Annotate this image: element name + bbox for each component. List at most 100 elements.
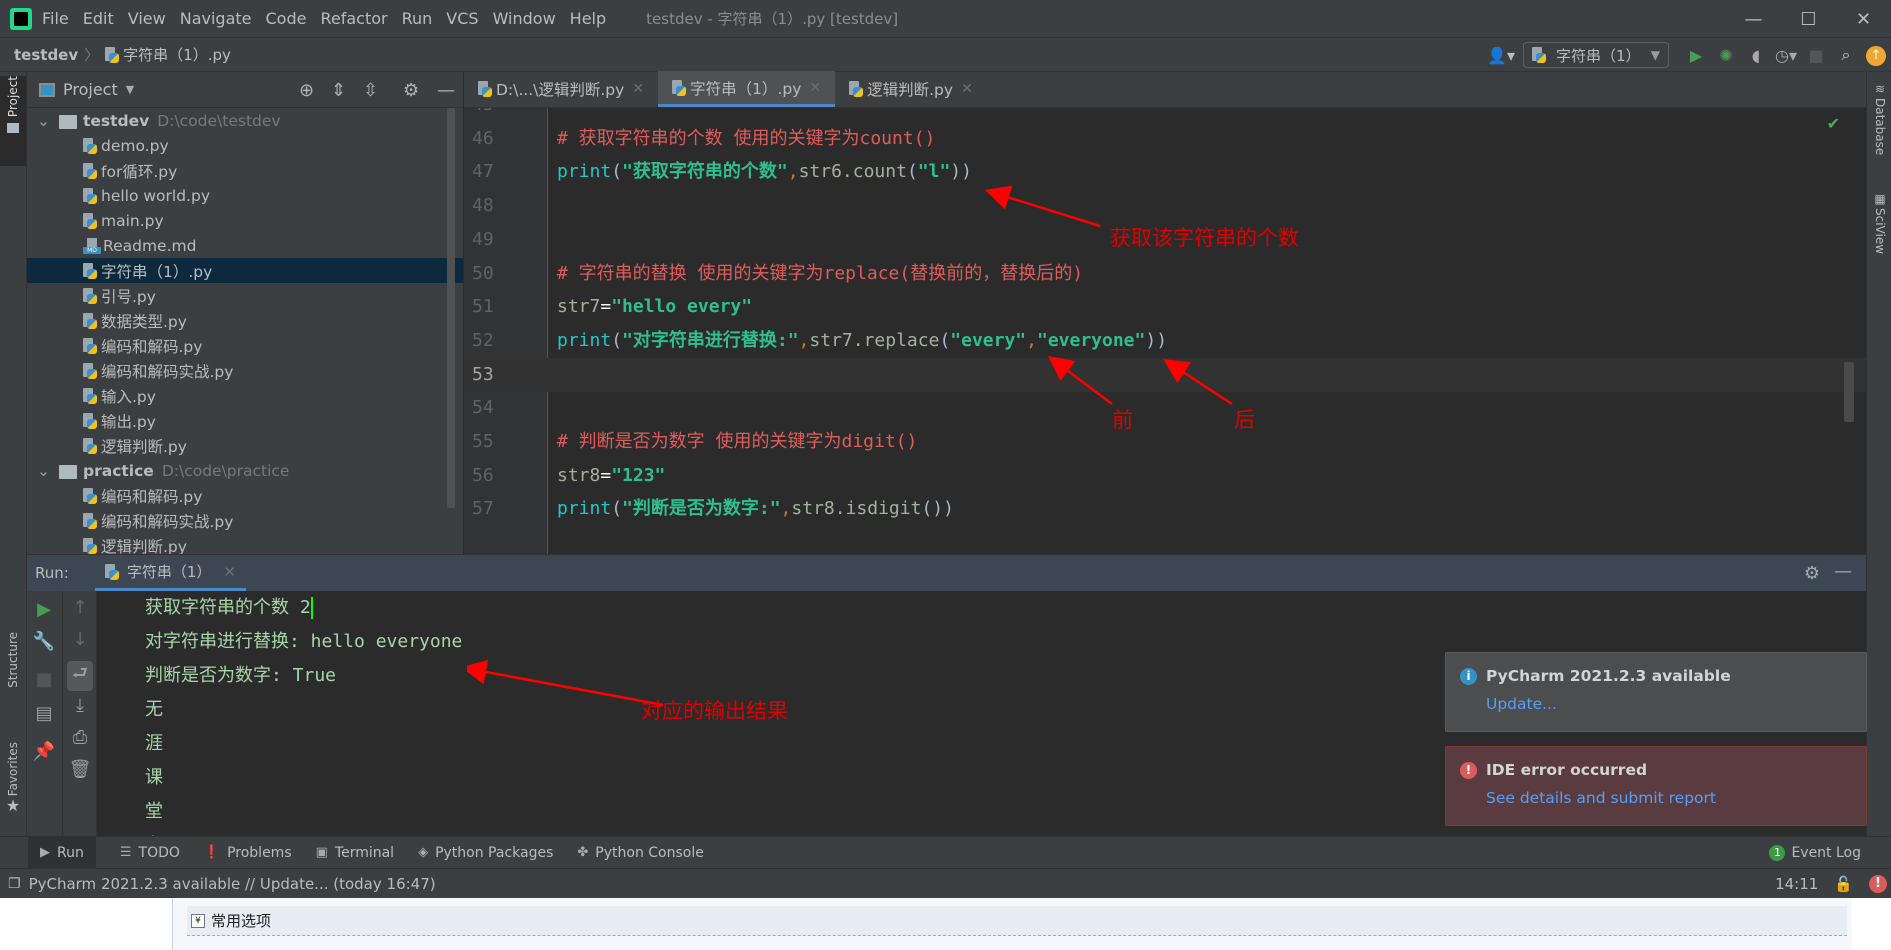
menu-code[interactable]: Code	[266, 9, 307, 28]
console-line: 判断是否为数字: True	[145, 659, 336, 693]
minimize-button[interactable]: —	[1726, 0, 1781, 38]
tree-file[interactable]: 编码和解码.py	[27, 483, 463, 508]
menu-edit[interactable]: Edit	[83, 9, 114, 28]
close-run-tab-icon[interactable]: ✕	[223, 563, 236, 581]
update-link[interactable]: Update...	[1486, 695, 1866, 713]
event-log-button[interactable]: 1 Event Log	[1769, 844, 1861, 861]
side-tab-project[interactable]: Project	[0, 76, 26, 166]
rerun-icon[interactable]: ▶	[27, 599, 61, 620]
unlock-icon[interactable]: 🔓	[1834, 875, 1853, 893]
project-view-select[interactable]: Project	[63, 80, 118, 99]
editor-tab[interactable]: D:\...\逻辑判断.py ✕	[464, 71, 658, 107]
menu-window[interactable]: Window	[493, 9, 556, 28]
user-icon[interactable]: 👤▾	[1479, 46, 1523, 65]
breadcrumb-file[interactable]: 字符串（1）.py	[123, 44, 231, 65]
up-arrow-icon[interactable]: ↑	[63, 597, 97, 618]
breadcrumb-project[interactable]: testdev	[14, 46, 78, 64]
file-name: 编码和解码实战.py	[101, 362, 234, 381]
tree-file[interactable]: Readme.md	[27, 233, 463, 258]
trash-icon[interactable]: 🗑	[63, 759, 97, 780]
hide-panel-icon[interactable]: —	[437, 80, 455, 101]
tree-file[interactable]: demo.py	[27, 133, 463, 158]
debug-icon[interactable]: ✺	[1711, 46, 1741, 65]
close-tab-icon[interactable]: ✕	[961, 81, 973, 97]
close-window-button[interactable]: ✕	[1836, 0, 1891, 38]
tree-file[interactable]: 引号.py	[27, 283, 463, 308]
menu-help[interactable]: Help	[570, 9, 606, 28]
down-arrow-icon[interactable]: ↓	[63, 629, 97, 650]
close-tab-icon[interactable]: ✕	[809, 80, 821, 96]
chevron-down-icon[interactable]: ▼	[126, 83, 134, 96]
tool-tab-python-console[interactable]: ✤ Python Console	[577, 845, 703, 861]
project-scrollbar[interactable]	[447, 108, 455, 508]
python-file-icon	[83, 387, 97, 404]
menu-refactor[interactable]: Refactor	[320, 9, 387, 28]
menu-navigate[interactable]: Navigate	[180, 9, 252, 28]
submit-report-link[interactable]: See details and submit report	[1486, 789, 1866, 807]
tree-file[interactable]: for循环.py	[27, 158, 463, 183]
locate-icon[interactable]: ⊕	[299, 80, 314, 101]
coverage-icon[interactable]: ◖	[1741, 46, 1771, 65]
menu-view[interactable]: View	[128, 9, 166, 28]
tree-file[interactable]: 数据类型.py	[27, 308, 463, 333]
status-message[interactable]: PyCharm 2021.2.3 available // Update... …	[29, 875, 436, 893]
update-icon[interactable]: ↑	[1861, 44, 1891, 66]
tree-file[interactable]: 逻辑判断.py	[27, 433, 463, 458]
tree-file[interactable]: main.py	[27, 208, 463, 233]
maximize-button[interactable]: ☐	[1781, 0, 1836, 38]
menu-file[interactable]: File	[42, 9, 69, 28]
chevron-down-icon[interactable]: ⌄	[37, 112, 59, 130]
run-icon[interactable]: ▶	[1681, 46, 1711, 65]
pin-icon[interactable]: 📌	[27, 741, 61, 762]
run-tab[interactable]: 字符串（1） ✕	[94, 555, 246, 591]
run-configuration-select[interactable]: 字符串（1） ▼	[1523, 42, 1669, 68]
scroll-to-end-icon[interactable]: ⤓	[63, 695, 97, 716]
tool-tab-python-packages[interactable]: ◈ Python Packages	[418, 845, 553, 861]
hide-run-panel-icon[interactable]: —	[1834, 561, 1852, 582]
tool-tab-terminal[interactable]: ▣ Terminal	[316, 845, 394, 861]
ide-error-icon[interactable]: !	[1869, 874, 1887, 893]
tree-file[interactable]: 编码和解码.py	[27, 333, 463, 358]
tool-tab-problems[interactable]: ❗ Problems	[204, 845, 292, 861]
folder-icon	[7, 123, 19, 134]
caret-position[interactable]: 14:11	[1775, 875, 1818, 893]
soft-wrap-icon[interactable]: ⮐	[67, 661, 93, 691]
side-tab-favorites[interactable]: Favorites ★	[0, 742, 26, 842]
profile-icon[interactable]: ◷▾	[1771, 46, 1801, 65]
search-icon[interactable]: ⌕	[1831, 45, 1861, 65]
tree-file[interactable]: hello world.py	[27, 183, 463, 208]
collapse-all-icon[interactable]: ⇳	[363, 80, 378, 101]
tree-folder-testdev[interactable]: ⌄ testdev D:\code\testdev	[27, 108, 463, 133]
code-editor[interactable]: 4546# 获取字符串的个数 使用的关键字为count()47print("获取…	[464, 108, 1866, 554]
chevron-down-icon[interactable]: ⌄	[37, 462, 59, 480]
menu-run[interactable]: Run	[402, 9, 433, 28]
tool-tab-todo[interactable]: ☰ TODO	[120, 845, 180, 861]
editor-tab[interactable]: 字符串（1）.py ✕	[658, 71, 836, 107]
side-tab-sciview[interactable]: ▦ SciView	[1867, 192, 1891, 292]
expand-all-icon[interactable]: ⇕	[331, 80, 346, 101]
tree-file[interactable]: 编码和解码实战.py	[27, 508, 463, 533]
side-tab-structure[interactable]: Structure	[0, 632, 26, 722]
tool-tab-run[interactable]: ▶ Run	[28, 837, 96, 868]
editor-tab[interactable]: 逻辑判断.py ✕	[835, 71, 987, 107]
file-name: 输出.py	[101, 412, 156, 431]
packages-icon: ◈	[418, 845, 429, 860]
gear-icon[interactable]: ⚙	[403, 80, 419, 101]
layout-icon[interactable]: ▤	[27, 703, 61, 724]
menu-vcs[interactable]: VCS	[446, 9, 478, 28]
tree-folder-practice[interactable]: ⌄ practice D:\code\practice	[27, 458, 463, 483]
tree-file[interactable]: 字符串（1）.py	[27, 258, 463, 283]
file-name: main.py	[101, 211, 164, 230]
side-tab-database[interactable]: ≋ Database	[1867, 82, 1891, 182]
title-bar: File Edit View Navigate Code Refactor Run VCS Wi…	[0, 0, 1891, 38]
print-icon[interactable]: ⎙	[63, 727, 97, 748]
stop-icon[interactable]: ■	[1801, 46, 1831, 65]
tree-file[interactable]: 输入.py	[27, 383, 463, 408]
close-tab-icon[interactable]: ✕	[632, 81, 644, 97]
wrench-icon[interactable]: 🔧	[27, 631, 61, 652]
tree-file[interactable]: 编码和解码实战.py	[27, 358, 463, 383]
stop-icon[interactable]: ■	[27, 669, 61, 690]
toggle-tool-windows-icon[interactable]: ❐	[8, 876, 21, 892]
tree-file[interactable]: 输出.py	[27, 408, 463, 433]
gear-icon[interactable]: ⚙	[1804, 563, 1820, 584]
